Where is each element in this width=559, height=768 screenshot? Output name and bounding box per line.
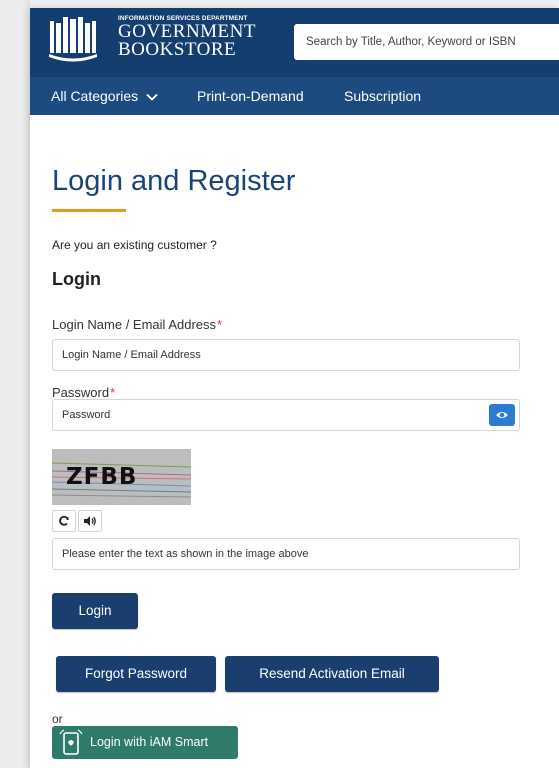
- bookstore-logo-icon[interactable]: [47, 13, 99, 65]
- audio-captcha-button[interactable]: [78, 510, 102, 532]
- required-mark: *: [110, 385, 116, 400]
- chevron-down-icon: [146, 94, 158, 102]
- captcha-input[interactable]: [52, 538, 520, 570]
- required-mark: *: [217, 317, 223, 332]
- captcha-text: ZFBB: [66, 464, 138, 490]
- nav-subscription[interactable]: Subscription: [344, 77, 421, 115]
- nav-all-categories[interactable]: All Categories: [51, 77, 158, 115]
- login-button[interactable]: Login: [52, 593, 138, 629]
- page-frame: INFORMATION SERVICES DEPARTMENT GOVERNME…: [30, 8, 559, 768]
- page-margin: [0, 0, 30, 768]
- title-underline: [52, 209, 126, 212]
- top-margin: [30, 0, 559, 8]
- speaker-icon: [84, 516, 96, 526]
- password-label-text: Password: [52, 385, 110, 400]
- password-input[interactable]: [52, 399, 520, 431]
- iam-smart-label: Login with iAM Smart: [90, 735, 209, 749]
- main-nav: All Categories Print-on-Demand Subscript…: [30, 77, 559, 115]
- nav-print-on-demand[interactable]: Print-on-Demand: [197, 77, 304, 115]
- or-separator: or: [52, 712, 63, 726]
- iam-smart-icon: [59, 729, 83, 755]
- resend-activation-button[interactable]: Resend Activation Email: [225, 656, 439, 692]
- forgot-password-button[interactable]: Forgot Password: [56, 656, 216, 692]
- iam-smart-login-button[interactable]: Login with iAM Smart: [52, 726, 238, 759]
- password-label: Password*: [52, 385, 115, 400]
- refresh-captcha-button[interactable]: [52, 510, 76, 532]
- eye-icon: [496, 412, 508, 418]
- logo-title-text[interactable]: GOVERNMENT BOOKSTORE: [118, 22, 256, 59]
- show-password-button[interactable]: [489, 404, 515, 426]
- captcha-image: ZFBB: [52, 449, 191, 505]
- login-name-input[interactable]: [52, 339, 520, 371]
- login-heading: Login: [52, 269, 101, 289]
- existing-customer-text: Are you an existing customer ?: [52, 238, 217, 252]
- login-name-label: Login Name / Email Address*: [52, 317, 222, 332]
- nav-all-categories-label: All Categories: [51, 88, 139, 104]
- refresh-icon: [59, 515, 69, 526]
- search-input[interactable]: [294, 24, 559, 60]
- login-name-label-text: Login Name / Email Address: [52, 317, 217, 332]
- page-title: Login and Register: [52, 165, 296, 197]
- site-header: INFORMATION SERVICES DEPARTMENT GOVERNME…: [30, 8, 559, 77]
